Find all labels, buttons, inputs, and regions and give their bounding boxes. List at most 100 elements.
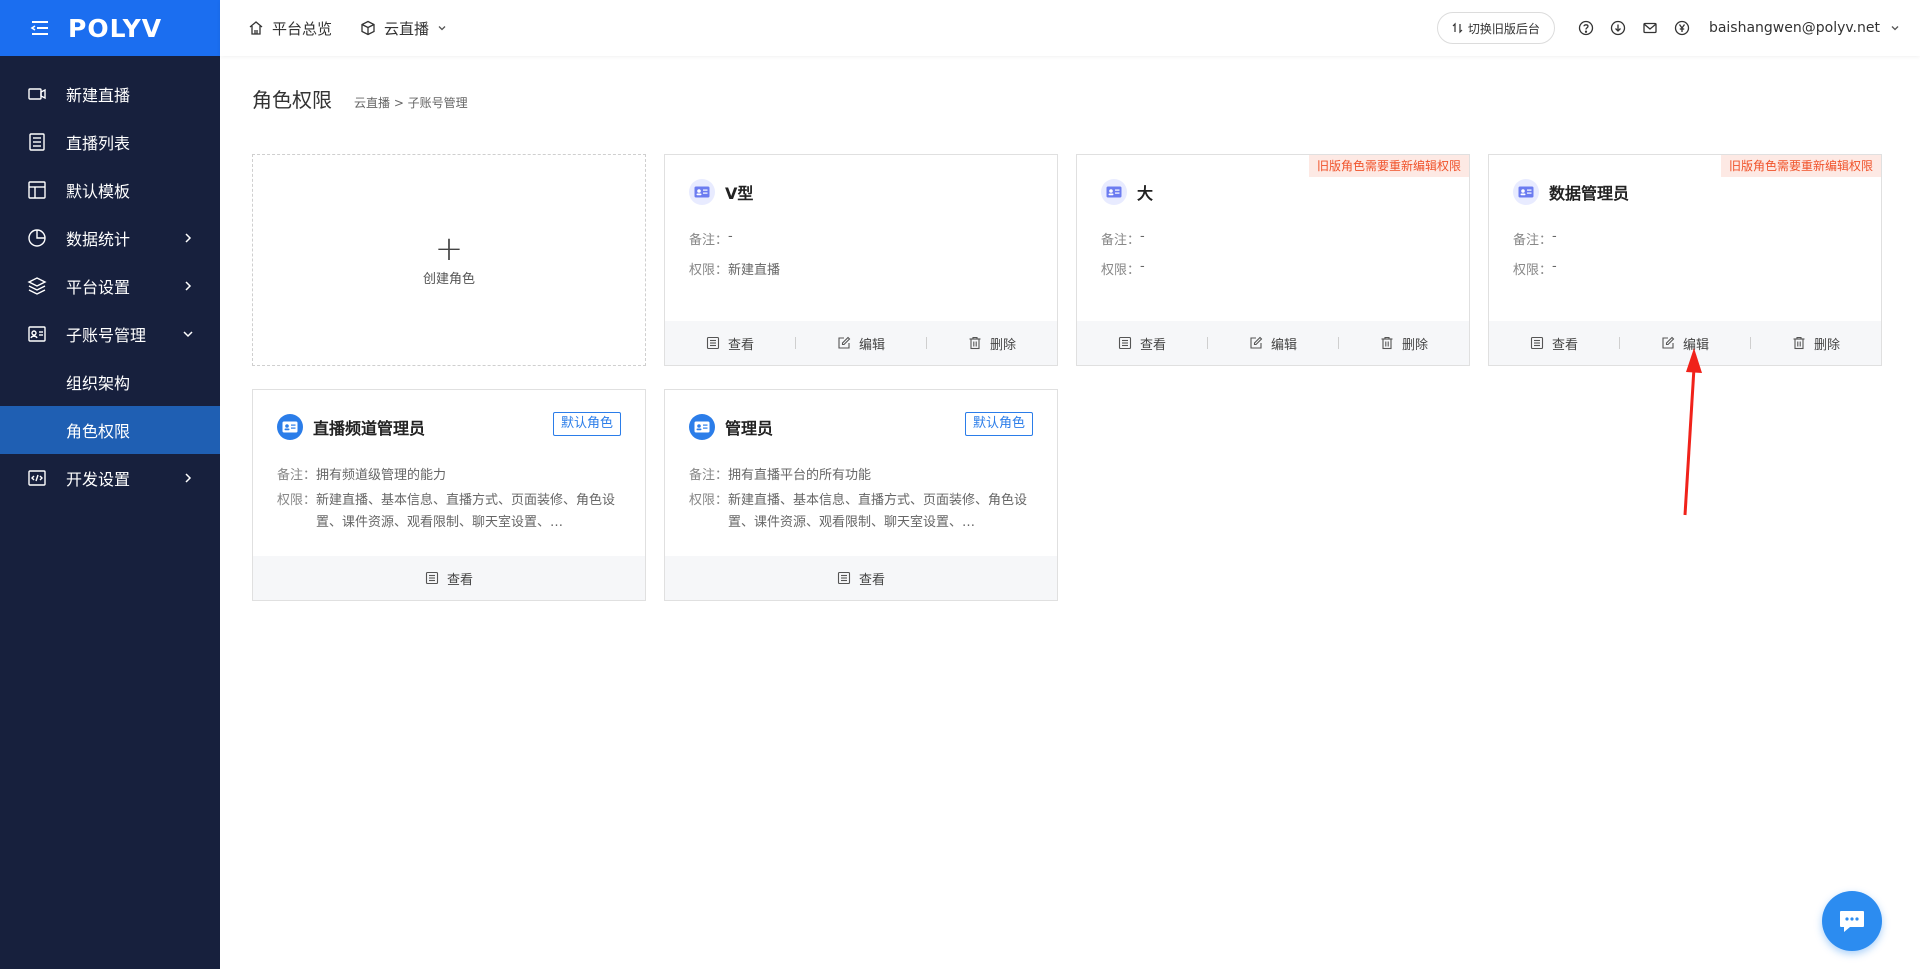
remark-value: -: [1140, 229, 1145, 244]
sidebar-item-role-permissions[interactable]: 角色权限: [0, 406, 220, 454]
sidebar-item-default-template[interactable]: 默认模板: [0, 166, 220, 214]
sidebar-item-live-list[interactable]: 直播列表: [0, 118, 220, 166]
view-button[interactable]: 查看: [253, 569, 645, 588]
role-id-icon: [689, 179, 715, 205]
code-icon: [26, 467, 48, 489]
document-icon: [1530, 336, 1544, 350]
edit-label: 编辑: [1270, 337, 1297, 353]
edit-label: 编辑: [858, 337, 885, 353]
document-icon: [425, 571, 439, 585]
create-role-card[interactable]: + 创建角色: [252, 154, 646, 366]
chevron-right-icon: [185, 233, 192, 243]
edit-label: 编辑: [1682, 337, 1709, 353]
delete-button[interactable]: 删除: [1751, 334, 1881, 353]
sidebar-item-label: 子账号管理: [66, 326, 147, 345]
permission-value: 新建直播、基本信息、直播方式、页面装修、角色设置、课件资源、观看限制、聊天室设置…: [316, 493, 616, 530]
permission-label: 权限：: [1513, 263, 1553, 278]
mail-icon[interactable]: [1641, 19, 1659, 37]
role-name: 大: [1137, 184, 1154, 203]
sidebar-item-label: 数据统计: [66, 230, 131, 249]
view-button[interactable]: 查看: [1489, 334, 1619, 353]
view-label: 查看: [1139, 337, 1166, 353]
role-card-actions: 查看: [665, 556, 1057, 600]
view-button[interactable]: 查看: [665, 334, 795, 353]
sidebar-item-label: 新建直播: [66, 86, 131, 105]
yen-billing-icon[interactable]: [1673, 19, 1691, 37]
permission-label: 权限：: [689, 263, 729, 278]
role-permission: 权限： -: [1101, 259, 1145, 278]
document-icon: [837, 571, 851, 585]
video-camera-icon: [26, 83, 48, 105]
chat-support-button[interactable]: [1822, 891, 1882, 951]
product-switcher[interactable]: 云直播: [360, 18, 447, 39]
remark-label: 备注：: [277, 468, 317, 483]
permission-value: 新建直播、基本信息、直播方式、页面装修、角色设置、课件资源、观看限制、聊天室设置…: [728, 493, 1028, 530]
role-card: 旧版角色需要重新编辑权限 大 备注： - 权限： - 查看 编辑 删除: [1076, 154, 1470, 366]
role-card-header: 管理员: [689, 414, 773, 440]
edit-button[interactable]: 编辑: [796, 334, 926, 353]
delete-label: 删除: [1813, 337, 1840, 353]
trash-icon: [1381, 336, 1393, 350]
main-content: 角色权限 云直播 > 子账号管理 + 创建角色 V型 备注： - 权限： 新建直…: [220, 56, 1920, 969]
switch-old-backend-label: 切换旧版后台: [1467, 21, 1540, 36]
role-id-icon: [1101, 179, 1127, 205]
role-card-header: 数据管理员: [1513, 179, 1629, 205]
swap-icon: [1452, 22, 1463, 34]
breadcrumb[interactable]: 云直播 > 子账号管理: [354, 94, 468, 111]
role-id-icon: [277, 414, 303, 440]
role-remark: 备注： -: [1101, 229, 1145, 248]
role-permission: 权限： 新建直播、基本信息、直播方式、页面装修、角色设置、课件资源、观看限制、聊…: [689, 490, 1034, 534]
legacy-role-badge: 旧版角色需要重新编辑权限: [1308, 155, 1469, 177]
user-email[interactable]: baishangwen@polyv.net: [1709, 20, 1880, 36]
role-name: 直播频道管理员: [313, 419, 426, 438]
role-permission: 权限： 新建直播: [689, 259, 780, 278]
sidebar-item-platform-settings[interactable]: 平台设置: [0, 262, 220, 310]
role-card: 旧版角色需要重新编辑权限 数据管理员 备注： - 权限： - 查看 编辑 删除: [1488, 154, 1882, 366]
sidebar-item-statistics[interactable]: 数据统计: [0, 214, 220, 262]
role-name: V型: [725, 184, 754, 203]
role-id-icon: [689, 414, 715, 440]
delete-button[interactable]: 删除: [927, 334, 1057, 353]
trash-icon: [969, 336, 981, 350]
sidebar-item-new-live[interactable]: 新建直播: [0, 70, 220, 118]
switch-old-backend-button[interactable]: 切换旧版后台: [1436, 12, 1555, 44]
role-name: 管理员: [725, 419, 774, 438]
chevron-down-icon: [183, 331, 193, 338]
sidebar-item-dev-settings[interactable]: 开发设置: [0, 454, 220, 502]
remark-value: 拥有直播平台的所有功能: [728, 468, 872, 483]
sidebar-nav: 新建直播 直播列表 默认模板 数据统计 平台设置 子账号管理 组织架构 角色权限…: [0, 70, 220, 502]
sidebar-item-org-structure[interactable]: 组织架构: [0, 358, 220, 406]
sidebar: POLYV 新建直播 直播列表 默认模板 数据统计 平台设置 子账号管理 组织架…: [0, 0, 220, 969]
remark-label: 备注：: [689, 233, 729, 248]
chevron-right-icon: [185, 473, 192, 483]
id-card-icon: [26, 323, 48, 345]
chevron-down-icon: [438, 26, 446, 31]
chevron-right-icon: [185, 281, 192, 291]
view-button[interactable]: 查看: [665, 569, 1057, 588]
permission-value: -: [1140, 259, 1145, 274]
trash-icon: [1793, 336, 1805, 350]
edit-button[interactable]: 编辑: [1620, 334, 1750, 353]
edit-button[interactable]: 编辑: [1208, 334, 1338, 353]
delete-label: 删除: [1401, 337, 1428, 353]
cube-icon: [361, 20, 375, 36]
chat-bubble-icon: [1840, 911, 1864, 932]
view-button[interactable]: 查看: [1077, 334, 1207, 353]
platform-overview-link[interactable]: 平台总览: [248, 18, 332, 39]
platform-overview-label: 平台总览: [272, 19, 333, 38]
chevron-down-icon[interactable]: [1890, 23, 1900, 33]
plus-icon: +: [434, 228, 464, 269]
logo[interactable]: POLYV: [68, 14, 162, 43]
help-icon[interactable]: [1577, 19, 1595, 37]
page-header: 角色权限 云直播 > 子账号管理: [252, 84, 468, 113]
view-label: 查看: [446, 572, 473, 588]
download-icon[interactable]: [1609, 19, 1627, 37]
sidebar-item-label: 角色权限: [66, 422, 131, 441]
edit-icon: [838, 336, 851, 349]
pie-chart-icon: [26, 227, 48, 249]
layout-template-icon: [26, 179, 48, 201]
menu-toggle-icon[interactable]: [28, 16, 52, 40]
remark-value: -: [1552, 229, 1557, 244]
delete-button[interactable]: 删除: [1339, 334, 1469, 353]
sidebar-item-sub-accounts[interactable]: 子账号管理: [0, 310, 220, 358]
